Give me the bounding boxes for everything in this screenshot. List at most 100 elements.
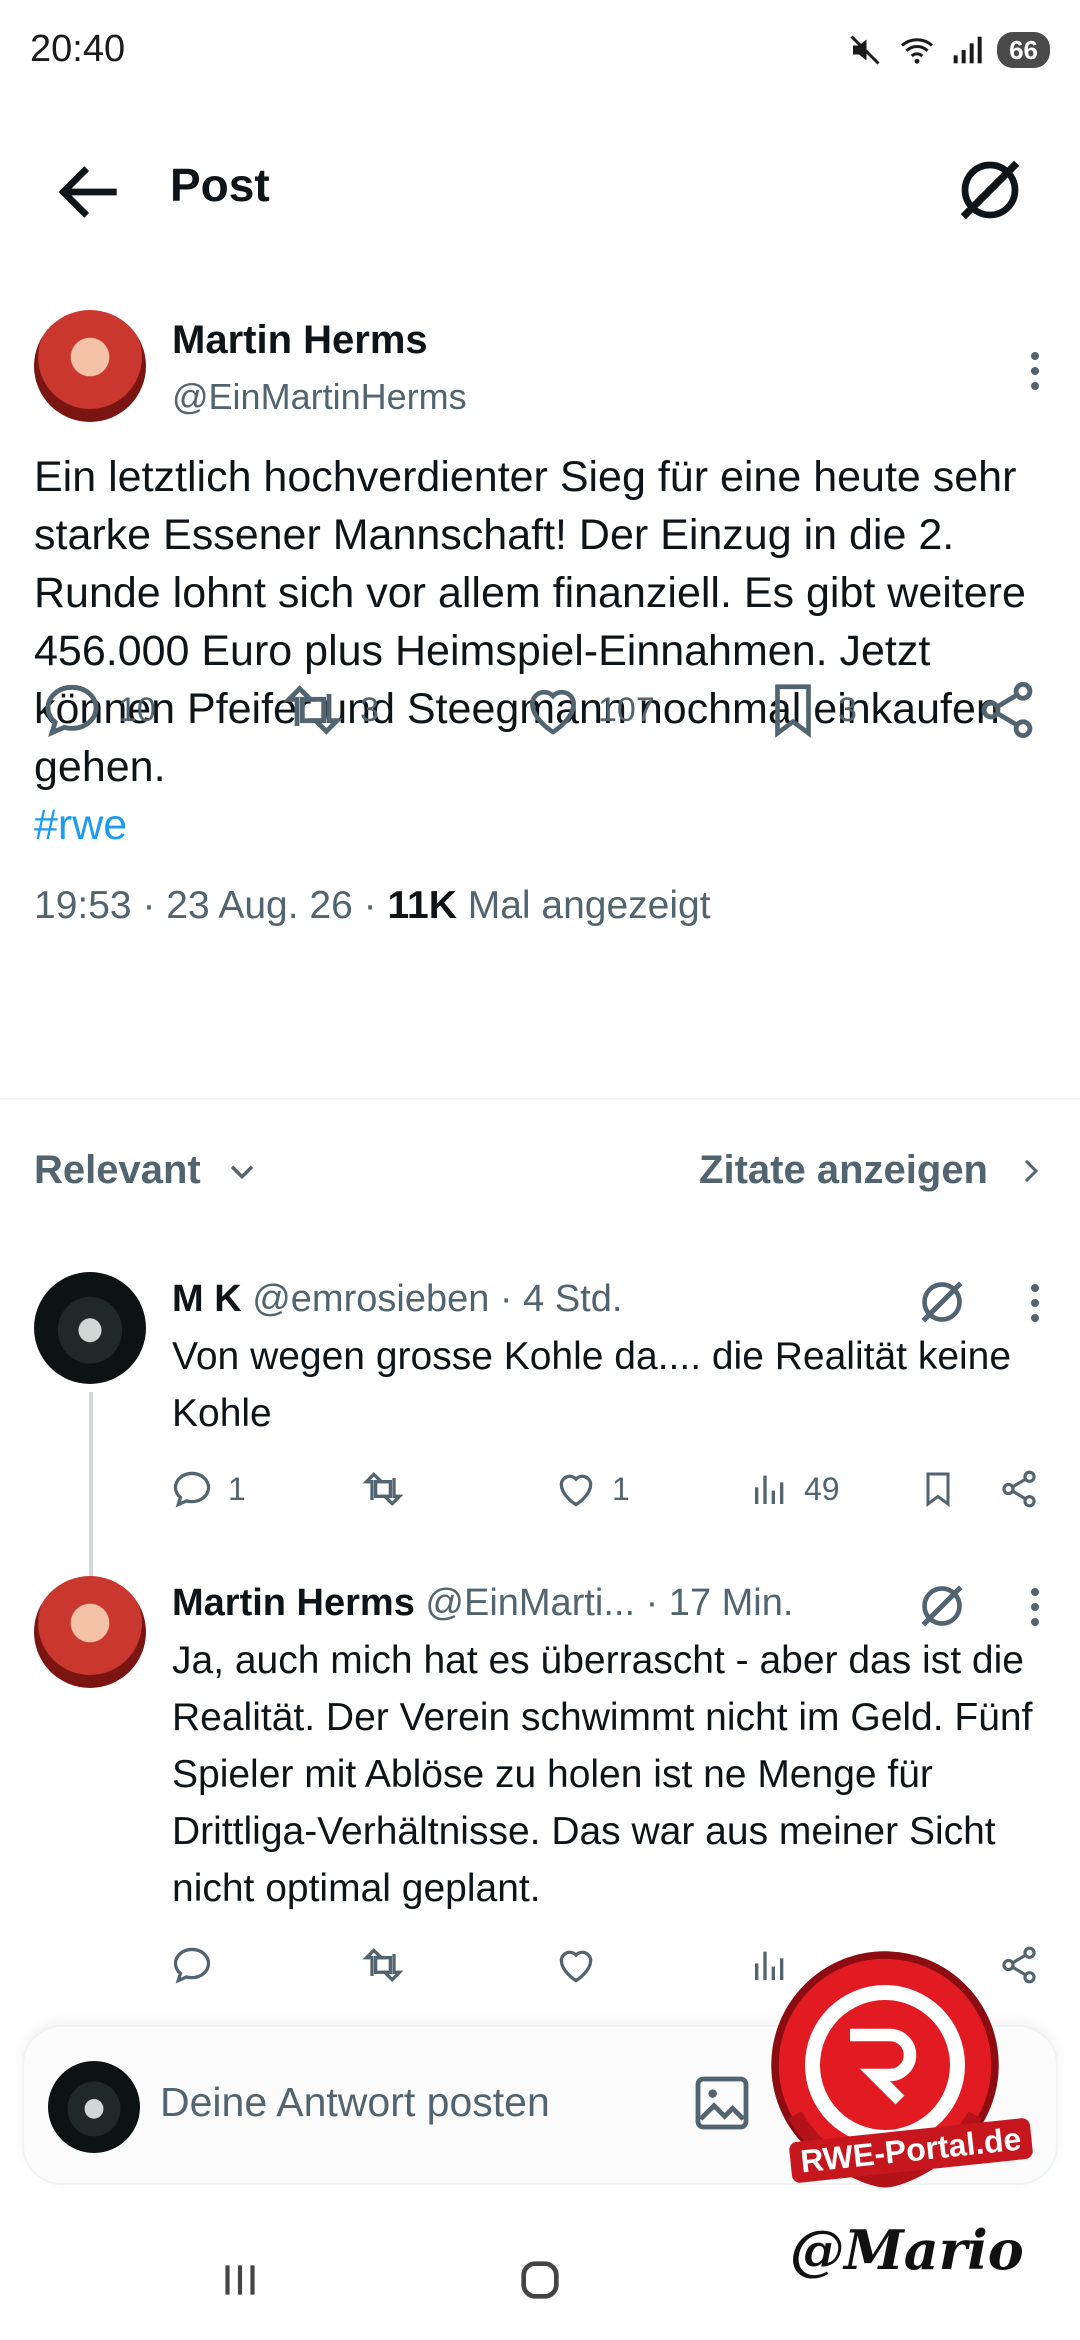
- reply-more-button[interactable]: [1020, 1278, 1050, 1328]
- reply-avatar[interactable]: [34, 1576, 146, 1688]
- repost-button[interactable]: 3: [280, 650, 379, 770]
- reply-sort-bar: Relevant Zitate anzeigen: [0, 1130, 1080, 1210]
- home-button[interactable]: [480, 2220, 600, 2340]
- back-button[interactable]: [50, 152, 130, 232]
- hashtag-link[interactable]: #rwe: [34, 801, 127, 849]
- reply-grok-button[interactable]: [914, 1274, 970, 1330]
- reply-icon: [173, 1947, 211, 1984]
- status-icons: 66: [847, 28, 1050, 72]
- status-time: 20:40: [30, 28, 126, 70]
- status-bar: 20:40 66: [0, 0, 1080, 100]
- arrow-left-icon: [58, 166, 117, 218]
- repost-icon: [362, 1471, 404, 1507]
- repost-icon: [283, 685, 343, 735]
- reply-item[interactable]: M K @emrosieben · 4 Std. Von wegen gross…: [0, 1272, 1080, 1522]
- page-title: Post: [170, 159, 270, 211]
- reply-count: 10: [118, 690, 156, 729]
- repost-button[interactable]: [360, 1930, 406, 2000]
- image-icon: [695, 2076, 749, 2130]
- meta-dot: ·: [363, 884, 388, 927]
- post-date: 23 Aug. 26: [166, 884, 353, 927]
- post-views-count[interactable]: 11K: [387, 884, 456, 927]
- sort-label: Relevant: [34, 1148, 201, 1192]
- post-views-label[interactable]: Mal angezeigt: [468, 884, 711, 927]
- composer-avatar: [48, 2061, 140, 2153]
- author-name[interactable]: Martin Herms: [172, 318, 428, 363]
- heart-icon: [559, 1950, 593, 1983]
- repost-button[interactable]: [360, 1454, 420, 1524]
- author-handle[interactable]: @EinMartinHerms: [172, 376, 467, 418]
- reply-author-name[interactable]: Martin Herms: [172, 1582, 415, 1624]
- like-button[interactable]: 1: [554, 1454, 630, 1524]
- heart-icon: [530, 689, 576, 735]
- divider: [0, 1098, 1080, 1100]
- repost-icon: [362, 1947, 404, 1983]
- reply-header: M K @emrosieben · 4 Std.: [172, 1278, 622, 1321]
- repost-count: 3: [360, 690, 379, 729]
- reply-count: 1: [228, 1470, 246, 1507]
- system-nav-bar: [0, 2220, 1080, 2340]
- views-button[interactable]: 49: [750, 1454, 840, 1524]
- battery-indicator: 66: [997, 32, 1050, 68]
- more-vertical-icon: [1031, 352, 1039, 390]
- reply-input[interactable]: Deine Antwort posten: [160, 2079, 550, 2126]
- bookmark-icon: [775, 684, 811, 738]
- reply-item[interactable]: Martin Herms @EinMarti... · 17 Min. Ja, …: [0, 1576, 1080, 1996]
- meta-dot: ·: [142, 884, 167, 927]
- like-count: 1: [612, 1470, 630, 1507]
- show-quotes-label: Zitate anzeigen: [699, 1148, 988, 1192]
- post-time: 19:53: [34, 884, 132, 927]
- sort-dropdown[interactable]: Relevant: [34, 1148, 259, 1193]
- views-icon: [755, 1475, 784, 1504]
- reply-time: · 17 Min.: [645, 1582, 794, 1624]
- mute-icon: [850, 35, 880, 65]
- reply-icon: [173, 1471, 211, 1508]
- recent-apps-icon: [225, 2265, 255, 2295]
- grok-icon: [921, 1585, 963, 1627]
- share-icon: [981, 682, 1033, 738]
- chevron-down-icon: [230, 1165, 253, 1179]
- recent-apps-button[interactable]: [180, 2220, 300, 2340]
- author-avatar[interactable]: [34, 310, 146, 422]
- home-icon: [521, 2261, 559, 2299]
- share-button[interactable]: [975, 650, 1039, 770]
- share-button[interactable]: [998, 1454, 1040, 1524]
- bookmark-button[interactable]: [918, 1454, 958, 1524]
- heart-icon: [559, 1474, 593, 1507]
- reply-button[interactable]: 1: [170, 1454, 246, 1524]
- grok-icon: [960, 160, 1020, 220]
- reply-author-handle[interactable]: @emrosieben: [252, 1278, 489, 1320]
- top-bar: Post: [0, 120, 1080, 250]
- reply-text: Von wegen grosse Kohle da.... die Realit…: [172, 1335, 1012, 1435]
- reply-action-bar: 1 1 49: [0, 1454, 1080, 1524]
- show-quotes-link[interactable]: Zitate anzeigen: [699, 1148, 1046, 1193]
- reply-button[interactable]: [170, 1930, 228, 2000]
- reply-time: · 4 Std.: [499, 1278, 623, 1320]
- post-more-button[interactable]: [1020, 346, 1050, 396]
- reply-grok-button[interactable]: [914, 1578, 970, 1634]
- like-count: 107: [598, 690, 655, 729]
- add-image-button[interactable]: [690, 2071, 754, 2135]
- share-icon: [1002, 1470, 1036, 1508]
- more-vertical-icon: [1031, 1588, 1039, 1626]
- bookmark-count: 3: [838, 690, 857, 729]
- post-meta: 19:53 · 23 Aug. 26 · 11K Mal angezeigt: [34, 884, 711, 928]
- wifi-icon: [901, 38, 934, 64]
- reply-more-button[interactable]: [1020, 1582, 1050, 1632]
- reply-avatar[interactable]: [34, 1272, 146, 1384]
- post-action-bar: 10 3 107 3: [0, 650, 1080, 770]
- chevron-right-icon: [1024, 1159, 1039, 1182]
- reply-icon: [45, 684, 99, 737]
- like-button[interactable]: 107: [522, 650, 655, 770]
- grok-button[interactable]: [950, 150, 1030, 230]
- signal-icon: [953, 36, 982, 64]
- grok-icon: [921, 1281, 963, 1323]
- views-count: 49: [804, 1470, 840, 1507]
- reply-text: Ja, auch mich hat es überrascht - aber d…: [172, 1639, 1033, 1910]
- reply-header: Martin Herms @EinMarti... · 17 Min.: [172, 1582, 793, 1625]
- bookmark-button[interactable]: 3: [762, 650, 857, 770]
- like-button[interactable]: [554, 1930, 598, 2000]
- reply-button[interactable]: 10: [40, 650, 156, 770]
- reply-author-handle[interactable]: @EinMarti...: [425, 1582, 635, 1624]
- reply-author-name[interactable]: M K: [172, 1278, 242, 1320]
